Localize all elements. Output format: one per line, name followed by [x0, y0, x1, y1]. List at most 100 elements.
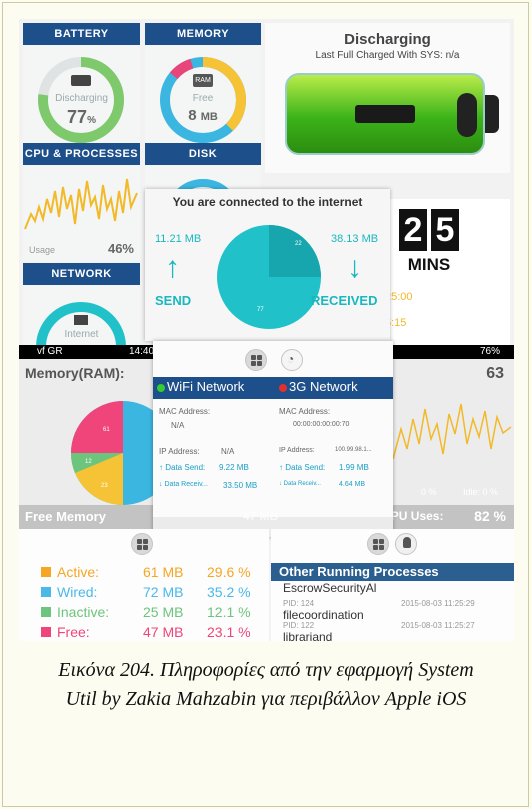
process-pid: PID: 122: [283, 621, 315, 630]
mins-label: MINS: [407, 255, 451, 274]
battery-value-unit: %: [87, 115, 96, 126]
cell-status-dot: [279, 384, 287, 392]
cpu-usage-sparkline: [24, 178, 138, 230]
memory-value-number: 8: [188, 107, 197, 124]
memory-row-mb: 72 MB: [143, 584, 184, 600]
network-tile-title: NETWORK: [23, 263, 140, 285]
memory-color-swatch: [41, 567, 51, 577]
wifi-send-value: 9.22 MB: [219, 463, 249, 472]
internet-panel: You are connected to the internet 22 77 …: [145, 189, 390, 341]
ram-chip-icon: RAM: [193, 74, 213, 87]
memory-row: Active: 61 MB 29.6 %: [19, 563, 269, 583]
memory-grid-button[interactable]: [131, 533, 153, 555]
battery-tile[interactable]: BATTERY Discharging 77%: [23, 23, 140, 155]
figure-caption: Εικόνα 204. Πληροφορίες από την εφαρμογή…: [24, 656, 508, 714]
memory-row-mb: 25 MB: [143, 604, 184, 620]
wifi-recv-value: 33.50 MB: [223, 481, 258, 490]
cell-ip-label: IP Address:: [279, 447, 315, 454]
plug-icon: [355, 105, 415, 123]
lightbulb-icon: [403, 537, 411, 548]
memory-row-name: Wired:: [57, 584, 98, 600]
network-icon: [74, 315, 88, 325]
cell-send-label-text: Data Send:: [285, 463, 326, 472]
memory-row-mb: 61 MB: [143, 564, 184, 580]
send-value: 11.21 MB: [155, 233, 202, 245]
battery-percent-label: 76%: [479, 346, 500, 357]
process-row[interactable]: PID: 124 2015-08-03 11:25:29 filecoordinat…: [271, 599, 514, 622]
send-label: SEND: [155, 293, 192, 308]
ram-panel: Memory(RAM): 61 12 23 Free Memory: [19, 359, 159, 529]
memory-row: Inactive: 25 MB 12.1 %: [19, 603, 269, 623]
caption-line-1: Εικόνα 204. Πληροφορίες από την εφαρμογή…: [58, 659, 474, 681]
tab-wifi-network[interactable]: WiFi Network: [157, 379, 269, 397]
cpu-detail-panel: 63 0 % Idle: 0 % Total CPU Uses: 82 %: [391, 359, 514, 529]
ram-slice-label-3: 23: [101, 483, 108, 489]
cell-recv-label-text: Data Receiv...: [283, 481, 321, 487]
gauge-icon: ◔: [287, 352, 295, 366]
battery-terminal: [485, 95, 499, 133]
memory-tile[interactable]: MEMORY RAM Free 8 MB: [145, 23, 261, 155]
cell-mac-value: 00:00:00:00:00:70: [293, 421, 350, 428]
battery-status: Discharging: [55, 93, 108, 104]
process-row[interactable]: PID: 122 2015-08-03 11:25:27 librariand: [271, 621, 514, 641]
process-name: filecoordination: [283, 608, 364, 622]
memory-tile-title: MEMORY: [145, 23, 261, 45]
memory-row: Free: 47 MB 23.1 %: [19, 623, 269, 641]
network-detail-panel: ◔ WiFi Network 3G Network MAC Address: N…: [153, 341, 393, 537]
wifi-mac-value: N/A: [171, 421, 185, 430]
pie-label-large: 77: [257, 307, 264, 313]
network-label: Internet: [64, 329, 99, 340]
process-bulb-button[interactable]: [395, 533, 417, 555]
received-arrow-icon: ↓: [347, 251, 362, 284]
memory-row: Wired: 72 MB 35.2 %: [19, 583, 269, 603]
process-name: librariand: [283, 630, 333, 641]
memory-row-percent: 29.6 %: [207, 564, 251, 580]
cpu-usage-value: 46%: [107, 241, 134, 256]
process-pid: PID: 124: [283, 599, 315, 608]
cpu-legend-left: 0 %: [421, 487, 437, 497]
process-row[interactable]: EscrowSecurityAl: [271, 577, 514, 599]
battery-tile-title: BATTERY: [23, 23, 140, 45]
wifi-ip-label: IP Address:: [159, 447, 200, 456]
wifi-recv-label-text: Data Receiv...: [164, 481, 208, 488]
ram-pie: [71, 401, 159, 505]
grid-icon: [137, 539, 148, 550]
wifi-recv-label: ↓ Data Receiv...: [159, 481, 208, 488]
battery-value-number: 77: [67, 107, 88, 127]
mins-digit-1: 2: [399, 209, 427, 251]
time-remaining-panel: 2 5 MINS 25:00 6:15: [379, 199, 510, 349]
cpu-tile[interactable]: CPU & PROCESSES Usage 46%: [23, 143, 140, 261]
free-memory-label: Free Memory: [25, 509, 106, 524]
process-grid-button[interactable]: [367, 533, 389, 555]
battery-detail-title: Discharging: [344, 31, 431, 48]
memory-row-percent: 23.1 %: [207, 624, 251, 640]
memory-color-swatch: [41, 607, 51, 617]
internet-title: You are connected to the internet: [172, 195, 363, 209]
cpu-total-value: 82 %: [474, 508, 506, 524]
cpu-total-label: Total CPU Uses:: [391, 509, 444, 523]
cell-recv-value: 4.64 MB: [339, 481, 366, 488]
status-bar-left: vf GR 14:40: [19, 345, 159, 359]
cpu-legend-right: Idle: 0 %: [463, 487, 499, 497]
screenshot-collage: BATTERY Discharging 77% MEMORY RAM Free …: [19, 19, 514, 641]
ram-slice-label-2: 12: [85, 459, 92, 465]
wifi-mac-label: MAC Address:: [159, 407, 211, 416]
cell-tab-label: 3G Network: [289, 379, 358, 394]
wifi-send-label-text: Data Send:: [165, 463, 206, 472]
cpu-usage-label: Usage: [29, 245, 56, 255]
memory-status: Free: [192, 93, 214, 104]
network-tile[interactable]: NETWORK Internet: [23, 263, 140, 353]
memory-color-swatch: [41, 587, 51, 597]
battery-icon: [71, 75, 91, 86]
cpu-line-chart: [392, 403, 512, 460]
cell-mac-label: MAC Address:: [279, 407, 331, 416]
battery-detail-panel: Discharging Last Full Charged With SYS: …: [265, 23, 510, 173]
grid-view-button[interactable]: [245, 349, 267, 371]
free-memory-value: 47 MB: [243, 509, 279, 523]
ram-slice-label-1: 61: [103, 427, 110, 433]
battery-value: 77%: [23, 107, 140, 128]
memory-row-name: Inactive:: [57, 604, 110, 620]
gauge-button[interactable]: ◔: [281, 349, 303, 371]
tab-3g-network[interactable]: 3G Network: [279, 379, 391, 397]
send-arrow-icon: ↑: [165, 251, 180, 284]
